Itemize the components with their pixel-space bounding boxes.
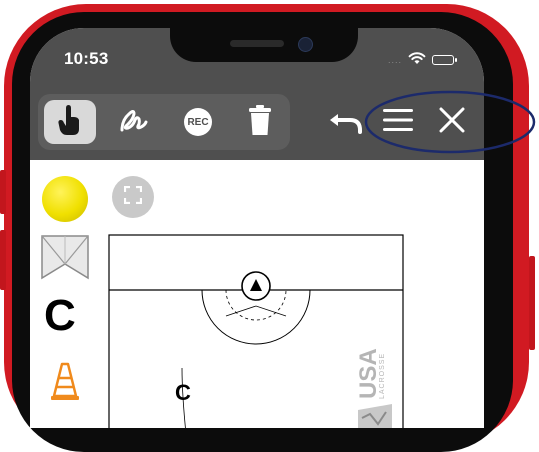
phone-side-button-left (0, 170, 6, 214)
wifi-icon (408, 51, 426, 70)
front-camera (298, 37, 313, 52)
usa-watermark: USA (355, 348, 382, 399)
coach-token[interactable]: C (44, 294, 76, 338)
phone-side-button-right (529, 256, 535, 350)
canvas-area: C USA LACROSSE C (30, 160, 484, 428)
hamburger-menu-icon (383, 108, 413, 137)
lacrosse-field[interactable]: USA LACROSSE (108, 234, 404, 428)
camera-notch (170, 28, 358, 62)
cone-icon[interactable] (50, 362, 80, 402)
cellular-dots-icon: .... (387, 55, 402, 65)
player-c-token[interactable]: C (175, 380, 191, 406)
speaker-grille (230, 40, 284, 47)
menu-button[interactable] (380, 104, 416, 140)
top-bar: 10:53 .... REC (30, 28, 484, 160)
status-clock: 10:53 (64, 49, 109, 68)
phone-side-button-left-lower (0, 230, 6, 290)
lacrosse-watermark: LACROSSE (379, 353, 386, 399)
undo-icon (328, 108, 364, 139)
draw-tool-button[interactable] (108, 100, 160, 144)
ball-token[interactable] (42, 176, 88, 222)
expand-corners-icon (123, 185, 143, 209)
app-screen: 10:53 .... REC C USA LACROSSE C (30, 28, 484, 428)
fullscreen-button[interactable] (112, 176, 154, 218)
squiggle-pen-icon (119, 106, 149, 139)
delete-tool-button[interactable] (234, 100, 286, 144)
touch-tool-button[interactable] (44, 100, 96, 144)
record-tool-button[interactable]: REC (172, 100, 224, 144)
close-x-icon (439, 107, 465, 138)
undo-button[interactable] (326, 106, 366, 140)
status-icons: .... (387, 51, 457, 70)
battery-full-icon (432, 55, 457, 65)
tool-group: REC (38, 94, 290, 150)
hand-pointer-icon (58, 104, 82, 140)
rec-icon: REC (184, 108, 212, 136)
close-button[interactable] (434, 104, 470, 140)
goal-net-icon[interactable] (40, 234, 90, 284)
trash-icon (248, 104, 272, 140)
